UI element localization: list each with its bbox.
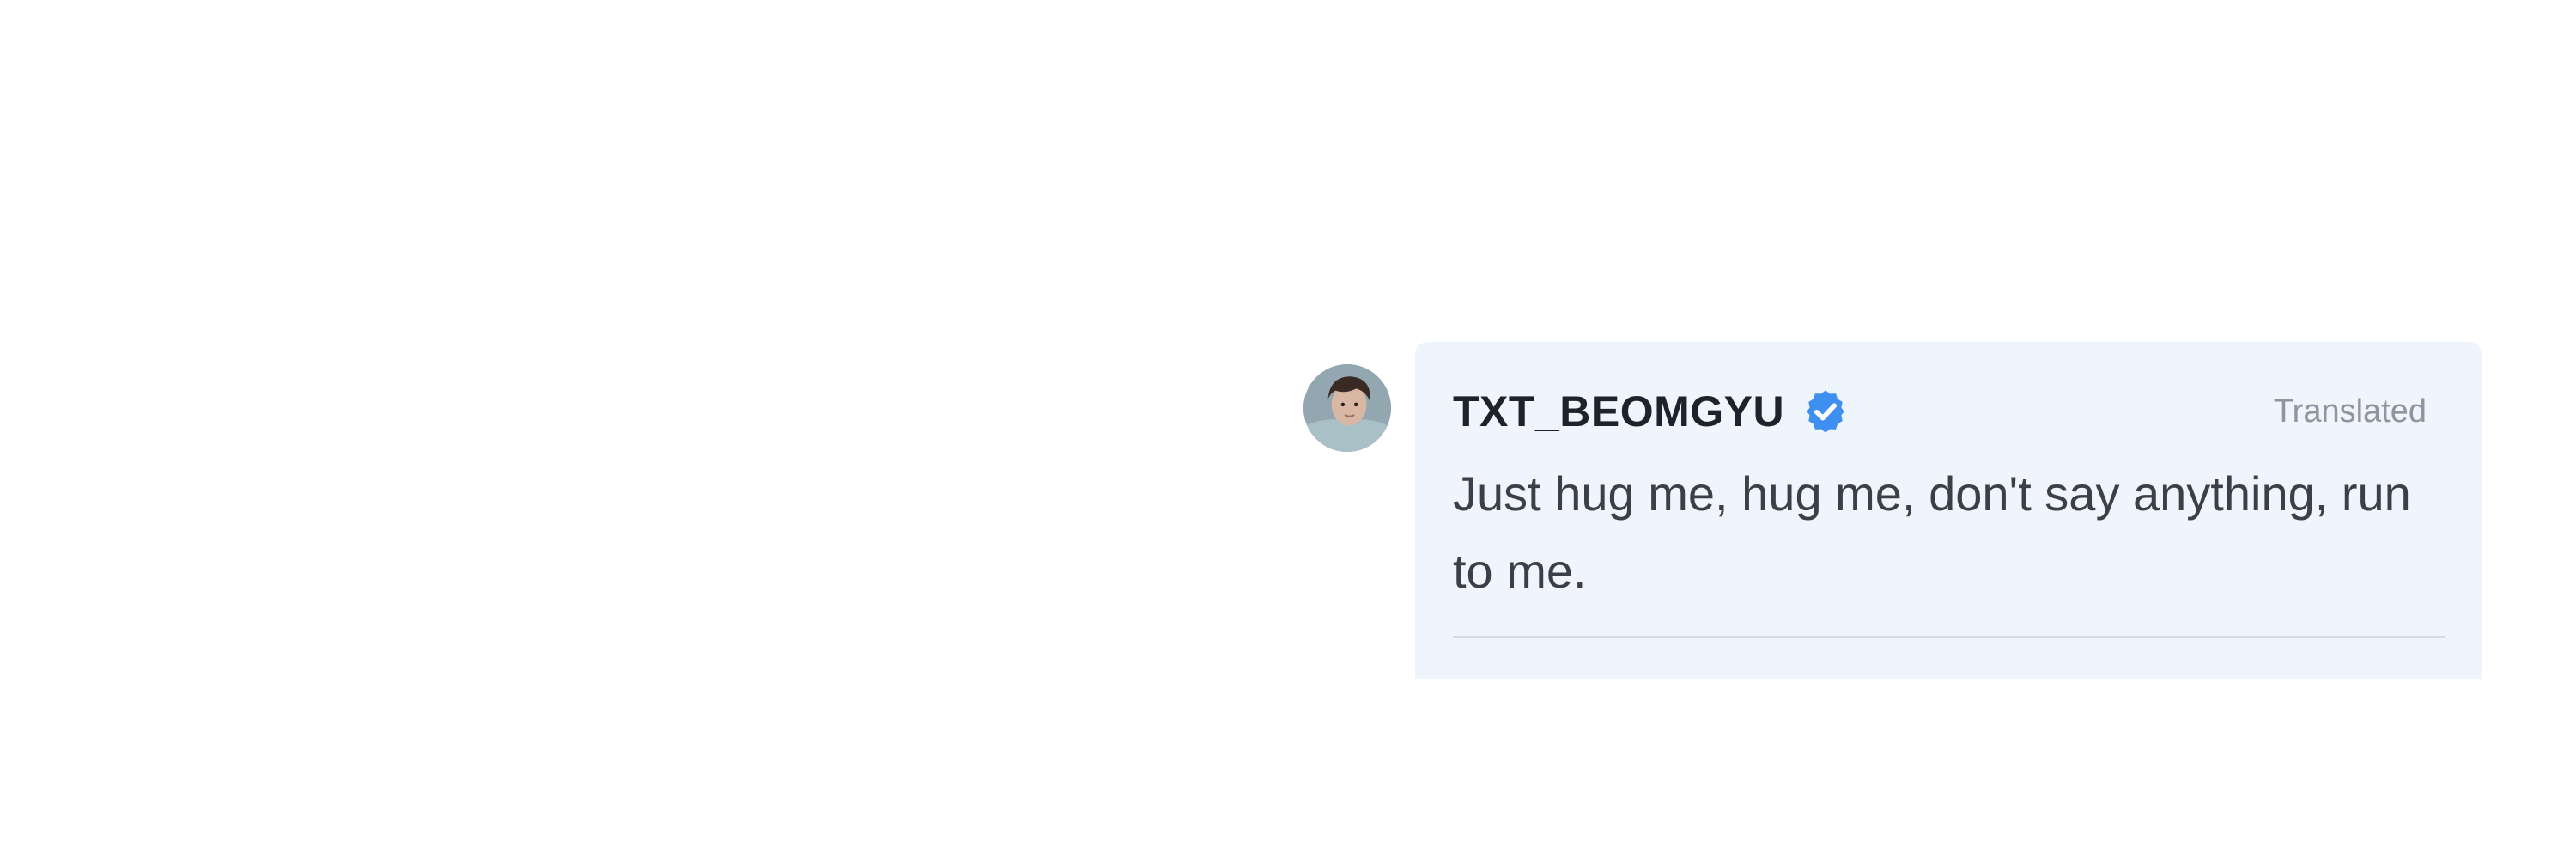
avatar-photo-icon (1303, 364, 1391, 452)
post-message: Just hug me, hug me, don't say anything,… (1453, 466, 2411, 598)
translated-post-card: TXT_BEOMGYU Translated Just hug me, hug … (1415, 342, 2482, 679)
card-divider (1453, 636, 2445, 638)
screenshot-stage: TXT_BEOMGYU Translated Just hug me, hug … (0, 0, 2576, 859)
author-username[interactable]: TXT_BEOMGYU (1453, 387, 1784, 436)
verified-badge-icon (1801, 387, 1850, 436)
cropped-footer-meta: · · · · · (1453, 672, 1534, 679)
author-avatar[interactable] (1303, 364, 1391, 452)
post-header: TXT_BEOMGYU Translated (1453, 381, 2427, 442)
translated-label[interactable]: Translated (2274, 393, 2427, 430)
